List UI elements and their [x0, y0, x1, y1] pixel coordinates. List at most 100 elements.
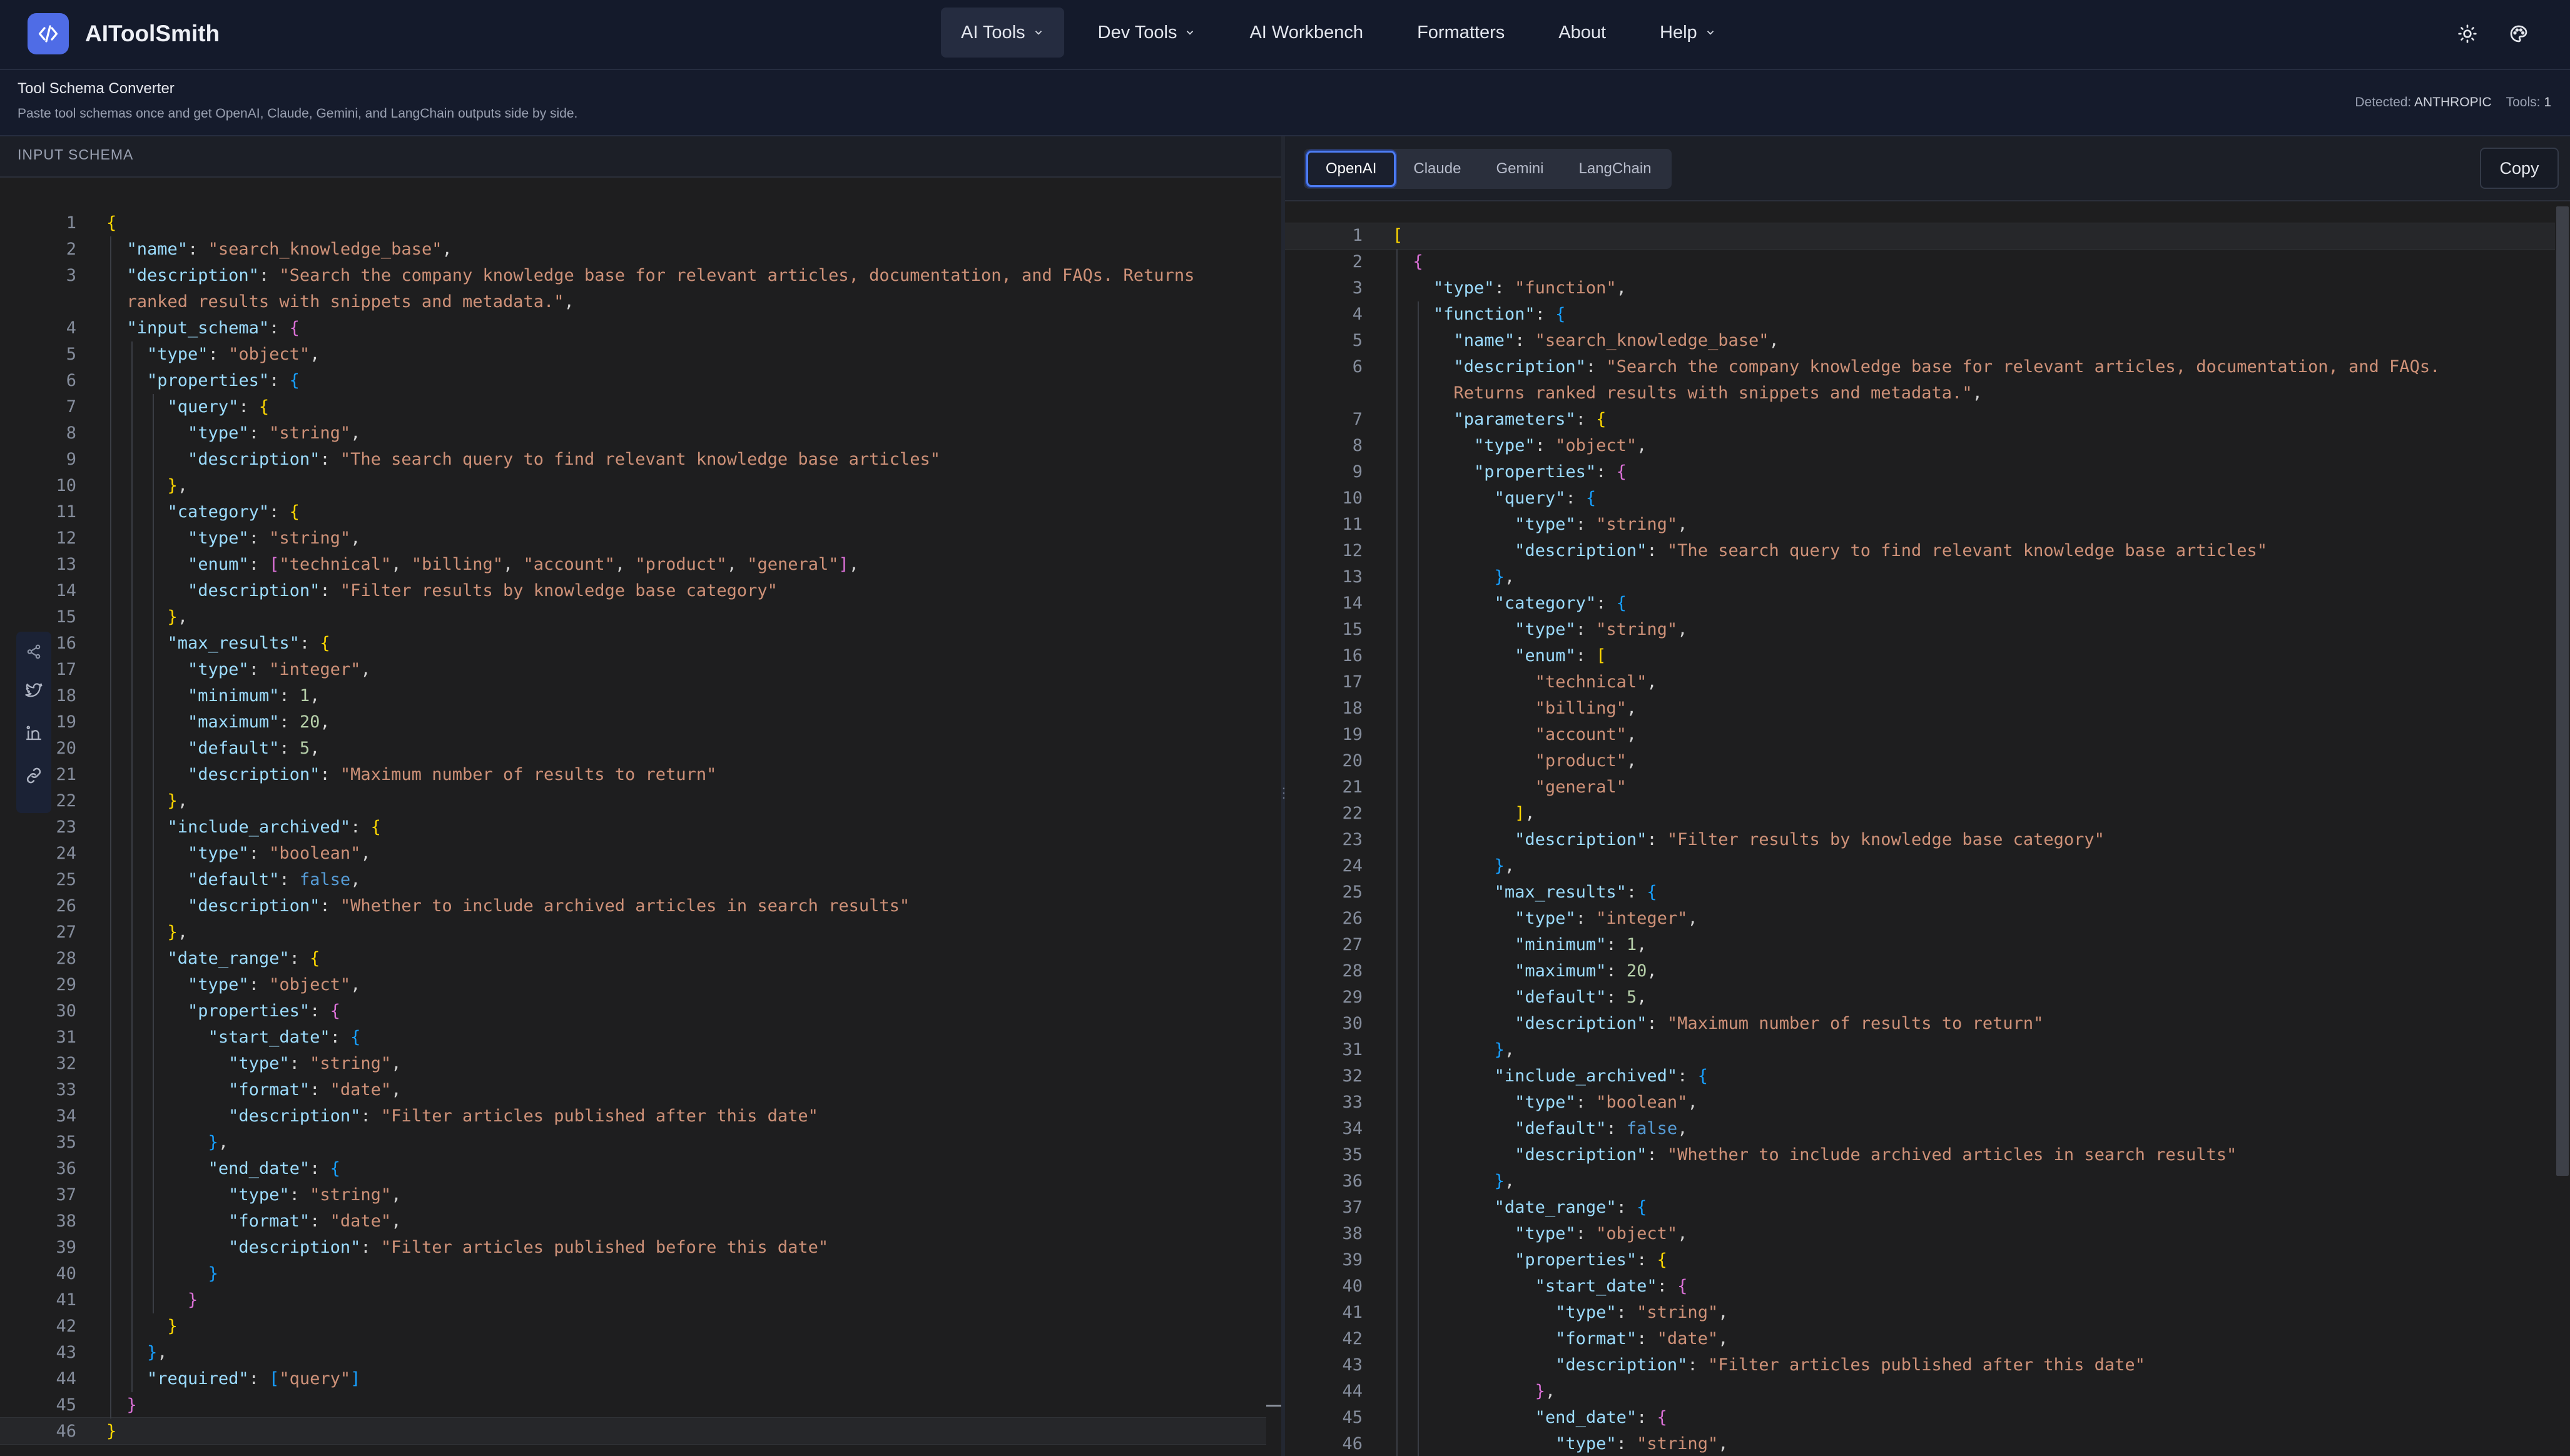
code-token: , — [503, 555, 524, 574]
line-number: 29 — [1342, 988, 1363, 1007]
code-token: "include_archived" — [1494, 1066, 1678, 1086]
code-token: "name" — [126, 240, 188, 259]
code-line: 8 "type": "object", — [1285, 433, 2555, 459]
code-text: "category": { — [1393, 590, 1627, 617]
code-token: : — [1535, 305, 1556, 324]
link-icon[interactable] — [21, 763, 46, 788]
code-token: ] — [350, 1369, 361, 1388]
share-icon[interactable] — [21, 639, 46, 664]
code-text: "include_archived": { — [1393, 1063, 1708, 1089]
code-text: "type": "boolean", — [1393, 1089, 1698, 1116]
code-token: "string" — [1596, 620, 1678, 639]
linkedin-icon[interactable] — [21, 720, 46, 746]
palette-icon[interactable] — [2502, 18, 2535, 50]
code-token: { — [330, 1159, 340, 1178]
output-scrollbar[interactable] — [2556, 206, 2569, 1176]
line-number: 6 — [66, 371, 76, 390]
code-line: 31 "start_date": { — [0, 1024, 1270, 1051]
code-text: "enum": ["technical", "billing", "accoun… — [106, 552, 859, 578]
code-token: "parameters" — [1453, 410, 1576, 429]
code-token: "type" — [1515, 909, 1576, 928]
code-token: { — [1596, 410, 1607, 429]
code-text: "max_results": { — [1393, 879, 1657, 906]
code-token: "account" — [1535, 725, 1627, 744]
code-token: , — [177, 923, 188, 942]
code-token: "string" — [1637, 1303, 1719, 1322]
line-number: 44 — [56, 1369, 76, 1388]
line-number: 42 — [1342, 1329, 1363, 1348]
tab-gemini[interactable]: Gemini — [1478, 151, 1561, 187]
code-token: , — [350, 870, 361, 889]
line-number: 3 — [66, 266, 76, 285]
indent-guide — [1396, 249, 1398, 1456]
output-editor[interactable]: 1[2 {3 "type": "function", 4 "function": … — [1285, 223, 2555, 1456]
code-line: 45 } — [0, 1392, 1270, 1418]
nav-help[interactable]: Help — [1640, 8, 1736, 58]
code-token: Returns ranked results with snippets and… — [1453, 383, 1973, 403]
code-line: 19 "account", — [1285, 722, 2555, 748]
code-text: "start_date": { — [106, 1024, 361, 1051]
nav-formatters[interactable]: Formatters — [1397, 8, 1525, 58]
line-number: 37 — [56, 1185, 76, 1205]
code-token: { — [258, 397, 270, 417]
copy-button[interactable]: Copy — [2480, 148, 2559, 189]
code-line: 13 }, — [1285, 564, 2555, 590]
code-token: "name" — [1453, 331, 1515, 350]
line-number: 4 — [66, 318, 76, 338]
code-token: 1 — [1626, 935, 1637, 954]
nav-dev-tools[interactable]: Dev Tools — [1078, 8, 1216, 58]
tab-langchain[interactable]: LangChain — [1561, 151, 1668, 187]
editor-scroll-marker — [1266, 1405, 1281, 1407]
code-token: : — [1687, 1355, 1708, 1375]
tab-openai[interactable]: OpenAI — [1306, 151, 1396, 187]
nav-ai-tools[interactable]: AI Tools — [941, 8, 1064, 58]
code-token: "format" — [228, 1080, 310, 1100]
code-token: { — [1657, 1408, 1667, 1427]
code-line: 24 "type": "boolean", — [0, 841, 1270, 867]
code-text: ranked results with snippets and metadat… — [106, 289, 574, 315]
code-line: 5 "name": "search_knowledge_base", — [1285, 328, 2555, 354]
code-token: : — [350, 817, 371, 837]
line-number: 29 — [56, 975, 76, 994]
code-text: }, — [1393, 1037, 1515, 1063]
code-token: { — [1657, 1250, 1667, 1270]
code-text: "type": "string", — [106, 420, 360, 447]
code-token: : — [1575, 909, 1597, 928]
code-token: } — [167, 791, 178, 811]
code-token: , — [1504, 1040, 1515, 1059]
code-token: 5 — [1626, 988, 1637, 1007]
code-token: , — [177, 607, 188, 627]
code-line: 10 }, — [0, 473, 1270, 499]
nav-about[interactable]: About — [1538, 8, 1626, 58]
nav-ai-workbench[interactable]: AI Workbench — [1229, 8, 1383, 58]
sun-icon[interactable] — [2451, 18, 2484, 50]
tools-count: 1 — [2544, 95, 2551, 109]
code-token: , — [177, 791, 188, 811]
brand[interactable]: AIToolSmith — [28, 11, 220, 56]
twitter-icon[interactable] — [21, 678, 46, 703]
line-number: 18 — [1342, 699, 1363, 718]
code-text: "account", — [1393, 722, 1637, 748]
code-text: "description": "Maximum number of result… — [106, 762, 716, 788]
code-token: "type" — [1515, 1093, 1576, 1112]
tab-claude[interactable]: Claude — [1396, 151, 1478, 187]
input-editor[interactable]: 1{2 "name": "search_knowledge_base", 3 "d… — [0, 210, 1270, 1448]
code-text: "type": "string", — [106, 525, 360, 552]
line-number: 15 — [56, 607, 76, 627]
code-token: , — [391, 1211, 402, 1231]
code-token: "date" — [330, 1080, 392, 1100]
code-token: "type" — [1515, 620, 1576, 639]
code-token: : — [1637, 1408, 1657, 1427]
code-token: "description" — [1515, 541, 1647, 560]
code-token: : — [238, 397, 259, 417]
